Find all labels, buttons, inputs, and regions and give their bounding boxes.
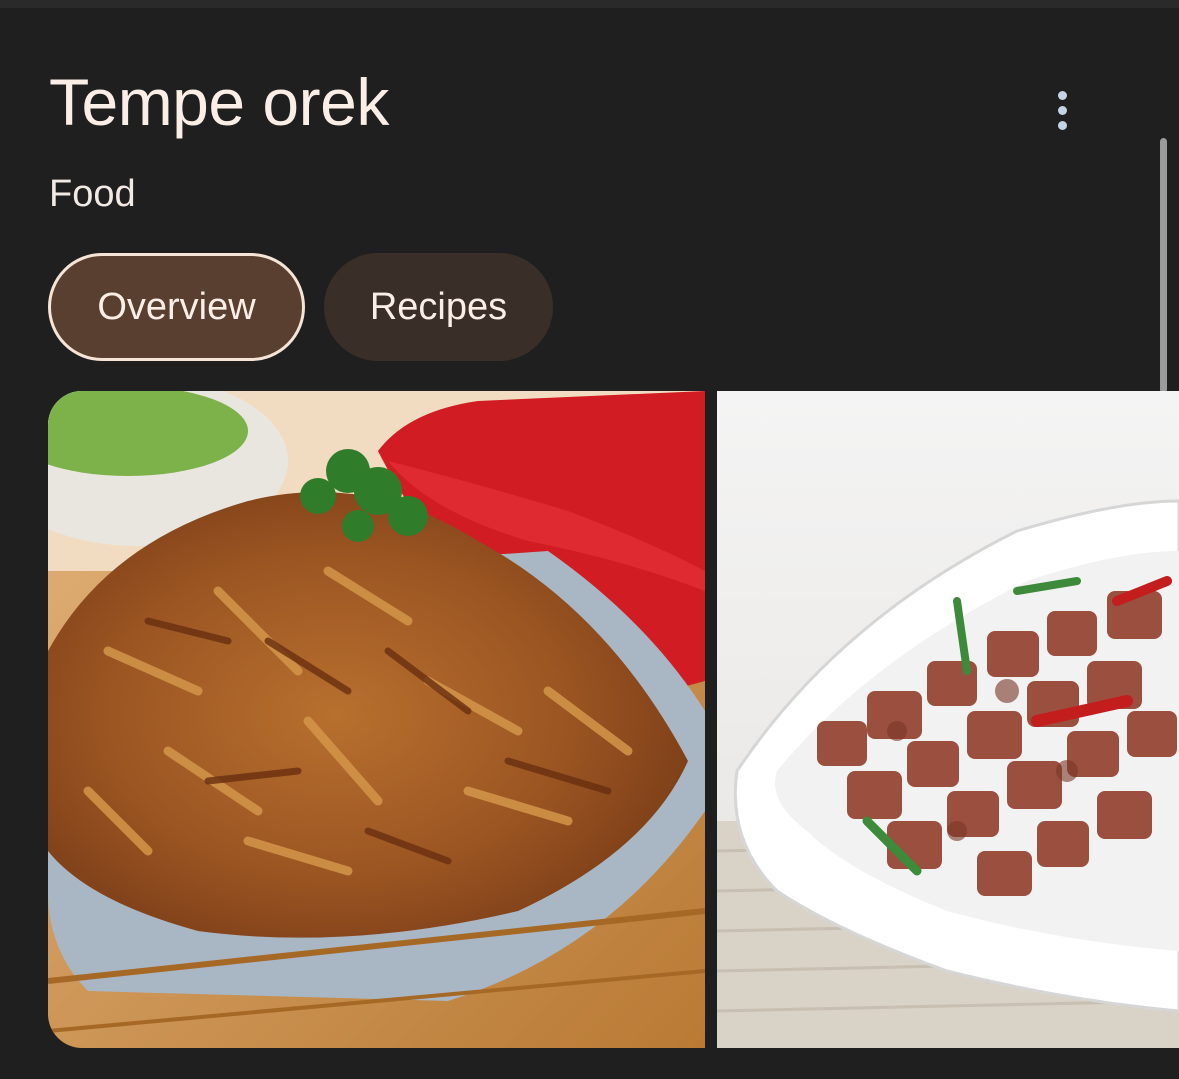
- scrollbar[interactable]: [1160, 138, 1167, 393]
- more-vert-icon-dot: [1057, 120, 1067, 130]
- food-photo-1: [48, 391, 705, 1048]
- more-options-button[interactable]: [1040, 86, 1084, 134]
- food-image-1[interactable]: [48, 391, 705, 1048]
- food-image-2[interactable]: [717, 391, 1179, 1048]
- food-photo-2: [717, 391, 1179, 1048]
- tab-recipes[interactable]: Recipes: [324, 253, 553, 361]
- tab-overview-label: Overview: [97, 285, 256, 328]
- entity-subtitle: Food: [49, 173, 136, 215]
- more-vert-icon-dot: [1057, 105, 1067, 115]
- more-vert-icon: [1057, 90, 1067, 100]
- top-edge: [0, 0, 1179, 8]
- tab-recipes-label: Recipes: [369, 285, 508, 328]
- entity-title: Tempe orek: [49, 65, 389, 139]
- tab-overview[interactable]: Overview: [48, 253, 305, 361]
